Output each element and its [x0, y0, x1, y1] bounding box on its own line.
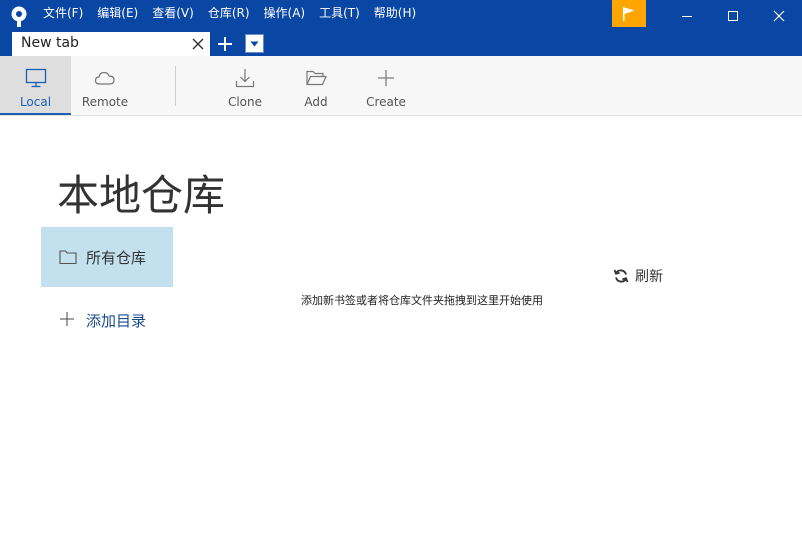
- minimize-button[interactable]: [664, 0, 710, 32]
- flag-button[interactable]: [612, 0, 646, 27]
- remote-label: Remote: [81, 95, 129, 109]
- tab-dropdown-button[interactable]: [245, 34, 264, 53]
- menu-repository[interactable]: 仓库(R): [208, 4, 250, 21]
- download-icon: [235, 69, 255, 88]
- add-button[interactable]: Add: [282, 56, 350, 115]
- monitor-icon: [25, 68, 46, 88]
- title-bar: 文件(F) 编辑(E) 查看(V) 仓库(R) 操作(A) 工具(T) 帮助(H…: [0, 0, 802, 56]
- add-directory-label: 添加目录: [86, 312, 147, 330]
- page-title: 本地仓库: [57, 171, 226, 220]
- folder-icon: [59, 250, 77, 265]
- create-label: Create: [366, 95, 406, 109]
- sourcetree-logo-icon: [11, 6, 27, 27]
- menu-tools[interactable]: 工具(T): [319, 4, 360, 21]
- chevron-down-icon: [250, 41, 259, 46]
- toolbar: Local Remote Clone Add Create: [0, 56, 802, 116]
- clone-button[interactable]: Clone: [211, 56, 279, 115]
- menu-edit[interactable]: 编辑(E): [97, 4, 138, 21]
- all-repos-item[interactable]: 所有仓库: [41, 227, 173, 287]
- minimize-icon: [682, 16, 692, 17]
- maximize-icon: [728, 11, 738, 21]
- menu-view[interactable]: 查看(V): [152, 4, 194, 21]
- tab-label: New tab: [21, 35, 79, 51]
- tab-new-tab[interactable]: New tab: [12, 32, 210, 56]
- toolbar-divider: [175, 66, 176, 106]
- all-repos-label: 所有仓库: [86, 249, 147, 267]
- clone-label: Clone: [227, 95, 263, 109]
- refresh-label: 刷新: [635, 269, 663, 285]
- remote-button[interactable]: Remote: [71, 56, 139, 115]
- menu-file[interactable]: 文件(F): [43, 4, 83, 21]
- menu-help[interactable]: 帮助(H): [374, 4, 416, 21]
- close-icon: [773, 10, 785, 22]
- menu-actions[interactable]: 操作(A): [264, 4, 306, 21]
- cloud-icon: [94, 71, 115, 85]
- add-label: Add: [304, 95, 328, 109]
- empty-state-hint: 添加新书签或者将仓库文件夹拖拽到这里开始使用: [301, 294, 543, 307]
- menu-bar: 文件(F) 编辑(E) 查看(V) 仓库(R) 操作(A) 工具(T) 帮助(H…: [36, 0, 423, 24]
- create-button[interactable]: Create: [352, 56, 420, 115]
- maximize-button[interactable]: [710, 0, 756, 32]
- local-label: Local: [19, 95, 52, 109]
- close-window-button[interactable]: [756, 0, 802, 32]
- plus-icon: [378, 70, 394, 86]
- flag-icon: [623, 6, 635, 21]
- plus-icon: [60, 312, 74, 326]
- local-button[interactable]: Local: [0, 56, 71, 115]
- tab-close-icon[interactable]: [190, 36, 206, 52]
- main-content: 本地仓库 所有仓库 添加目录 刷新 添加新书签或者将仓库文件夹拖拽到这里开始使用: [0, 116, 802, 558]
- folder-open-icon: [306, 70, 327, 86]
- new-tab-plus-icon[interactable]: [214, 33, 236, 55]
- refresh-icon: [613, 269, 629, 283]
